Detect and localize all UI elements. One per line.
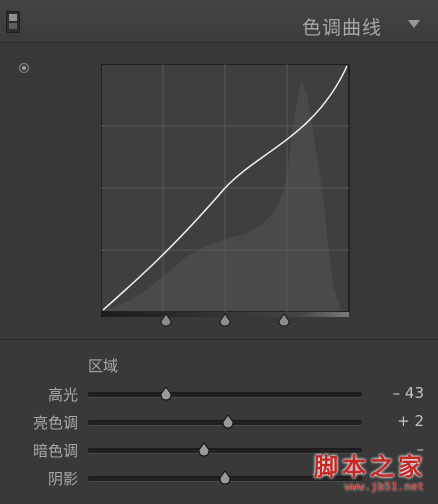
shadows-label: 阴影 bbox=[47, 470, 78, 488]
target-adjustment-icon[interactable] bbox=[19, 63, 29, 73]
tone-curve-panel: 色调曲线 区域 高光 – 43 亮色调 + 2 暗色调 – 阴影 脚本之家 ww… bbox=[0, 0, 438, 504]
darks-label: 暗色调 bbox=[32, 442, 78, 460]
region-label: 区域 bbox=[88, 357, 119, 375]
highlights-slider-track[interactable] bbox=[88, 392, 362, 398]
split-point-handle-2[interactable] bbox=[217, 313, 233, 327]
split-point-handle-1[interactable] bbox=[158, 313, 174, 327]
split-point-handle-3[interactable] bbox=[276, 313, 292, 327]
shadows-slider-thumb[interactable] bbox=[218, 470, 232, 486]
lights-label: 亮色调 bbox=[32, 414, 78, 432]
panel-header[interactable]: 色调曲线 bbox=[0, 0, 438, 43]
highlights-label: 高光 bbox=[47, 386, 78, 404]
section-divider bbox=[0, 339, 438, 340]
watermark-text: 脚本之家 bbox=[314, 452, 426, 481]
lights-value[interactable]: + 2 bbox=[397, 412, 424, 430]
highlights-slider-thumb[interactable] bbox=[159, 386, 173, 402]
panel-toggle-icon[interactable] bbox=[6, 11, 20, 33]
collapse-arrow-icon[interactable] bbox=[408, 20, 420, 28]
watermark-url: www.jb51.net bbox=[344, 480, 424, 493]
panel-title: 色调曲线 bbox=[301, 17, 382, 39]
highlights-value[interactable]: – 43 bbox=[393, 384, 424, 402]
darks-slider-thumb[interactable] bbox=[197, 442, 211, 458]
tone-curve-svg bbox=[101, 64, 350, 313]
site-watermark: 脚本之家 www.jb51.net bbox=[296, 447, 426, 501]
tone-curve-graph[interactable] bbox=[101, 64, 351, 316]
lights-slider-thumb[interactable] bbox=[221, 414, 235, 430]
